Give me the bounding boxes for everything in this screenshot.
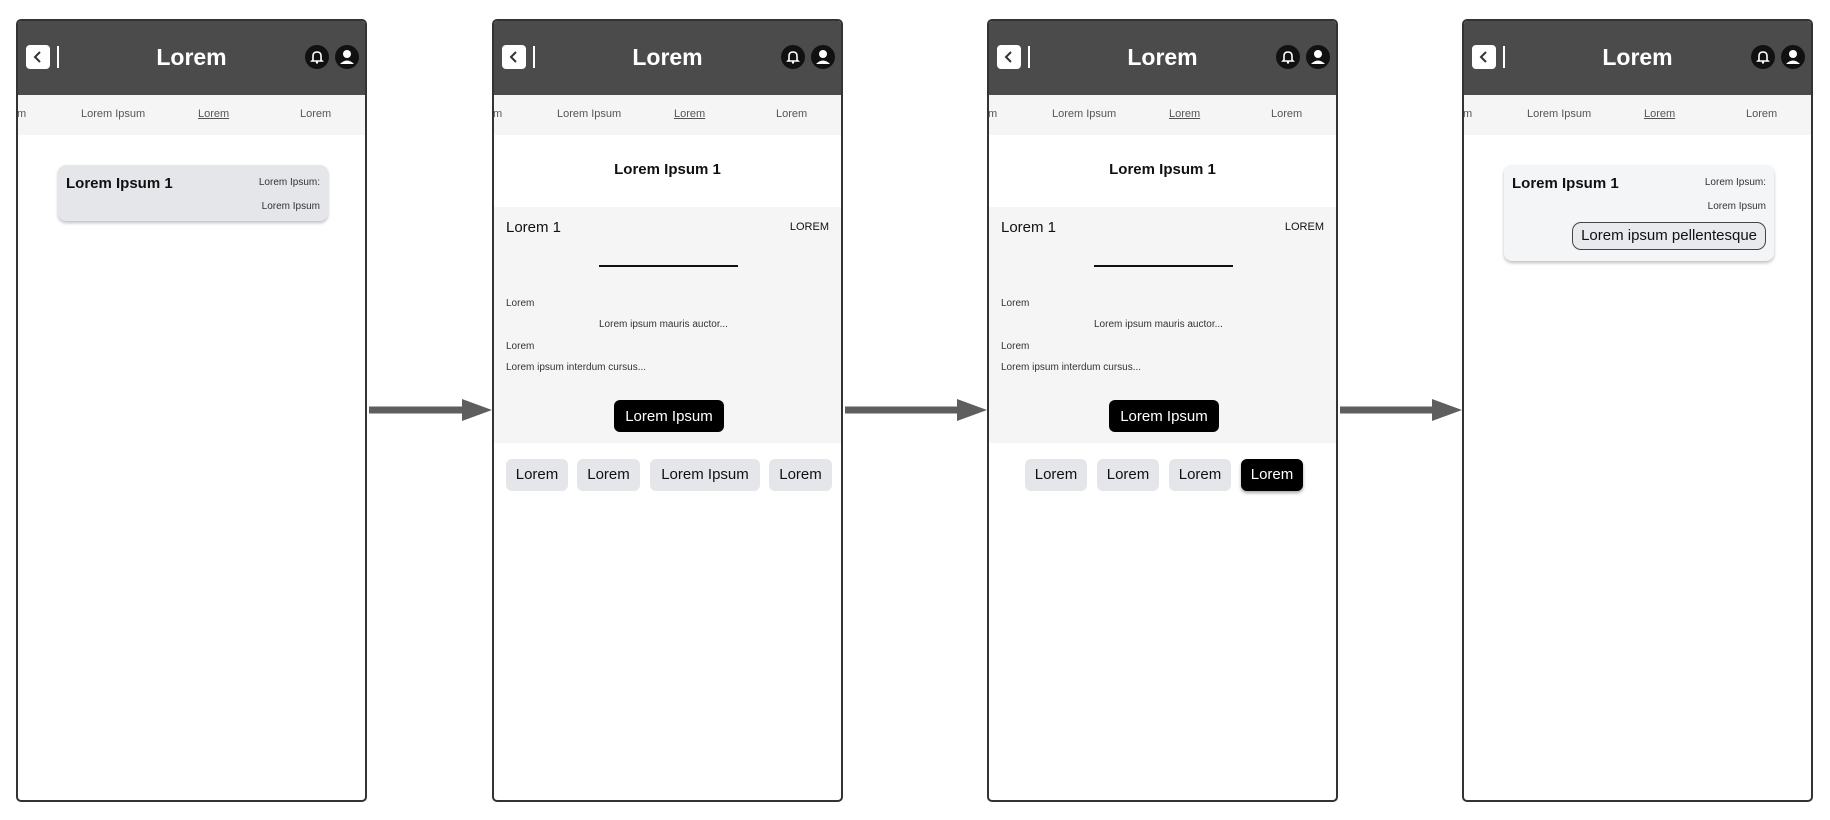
- card-value: Lorem Ipsum: [261, 201, 320, 212]
- chip-option[interactable]: Lorem: [1097, 459, 1159, 491]
- chip-option-selected[interactable]: Lorem: [1241, 459, 1303, 491]
- chip-option[interactable]: Lorem: [1025, 459, 1087, 491]
- chip-group: Lorem Lorem Lorem Lorem: [989, 459, 1336, 491]
- tag-pill[interactable]: Lorem ipsum pellentesque: [1572, 222, 1766, 250]
- detail-tag: LOREM: [789, 221, 829, 233]
- card-label: Lorem Ipsum:: [1704, 177, 1766, 188]
- app-bar: Lorem: [18, 21, 365, 95]
- chip-option[interactable]: Lorem: [577, 459, 640, 491]
- screen-1-list: Lorem m Lorem Ipsum Lorem Lorem Lorem Ip…: [16, 19, 367, 802]
- row2-value: Lorem ipsum interdum cursus...: [506, 362, 647, 373]
- bell-icon[interactable]: [305, 45, 329, 69]
- tab-lorem-ipsum[interactable]: Lorem Ipsum: [1527, 108, 1591, 120]
- tab-lorem[interactable]: Lorem: [300, 108, 331, 120]
- app-bar: Lorem: [1464, 21, 1811, 95]
- tab-partial[interactable]: m: [18, 108, 26, 120]
- primary-button[interactable]: Lorem Ipsum: [1109, 400, 1219, 432]
- tab-lorem[interactable]: Lorem: [776, 108, 807, 120]
- bell-icon[interactable]: [781, 45, 805, 69]
- row2-label: Lorem: [1001, 341, 1030, 352]
- tab-bar: m Lorem Ipsum Lorem Lorem: [1464, 95, 1811, 135]
- detail-name: Lorem 1: [506, 219, 562, 236]
- user-icon[interactable]: [1781, 45, 1805, 69]
- tab-lorem[interactable]: Lorem: [1271, 108, 1302, 120]
- chip-option[interactable]: Lorem Ipsum: [650, 459, 760, 491]
- summary-card[interactable]: Lorem Ipsum 1 Lorem Ipsum: Lorem Ipsum: [58, 165, 328, 221]
- bell-icon[interactable]: [1276, 45, 1300, 69]
- summary-card[interactable]: Lorem Ipsum 1 Lorem Ipsum: Lorem Ipsum L…: [1504, 165, 1774, 261]
- divider-line: [599, 265, 738, 267]
- app-bar: Lorem: [494, 21, 841, 95]
- screen-2-detail: Lorem m Lorem Ipsum Lorem Lorem Lorem Ip…: [492, 19, 843, 802]
- bell-icon[interactable]: [1751, 45, 1775, 69]
- tab-lorem-active[interactable]: Lorem: [1644, 108, 1675, 120]
- chip-option[interactable]: Lorem: [769, 459, 832, 491]
- chip-option[interactable]: Lorem: [1169, 459, 1231, 491]
- row1-label: Lorem: [1001, 298, 1030, 309]
- card-value: Lorem Ipsum: [1707, 201, 1766, 212]
- row2-label: Lorem: [506, 341, 535, 352]
- detail-panel: Lorem 1 LOREM Lorem Lorem ipsum mauris a…: [494, 207, 841, 443]
- user-icon[interactable]: [1306, 45, 1330, 69]
- user-icon[interactable]: [335, 45, 359, 69]
- card-title: Lorem Ipsum 1: [66, 175, 173, 192]
- row1-label: Lorem: [506, 298, 535, 309]
- screen-3-detail-selected: Lorem m Lorem Ipsum Lorem Lorem Lorem Ip…: [987, 19, 1338, 802]
- tab-partial[interactable]: m: [494, 108, 502, 120]
- tab-lorem[interactable]: Lorem: [1746, 108, 1777, 120]
- tab-lorem-active[interactable]: Lorem: [1169, 108, 1200, 120]
- card-title: Lorem Ipsum 1: [1512, 175, 1619, 192]
- card-label: Lorem Ipsum:: [258, 177, 320, 188]
- tab-partial[interactable]: m: [989, 108, 997, 120]
- detail-panel: Lorem 1 LOREM Lorem Lorem ipsum mauris a…: [989, 207, 1336, 443]
- tab-lorem-active[interactable]: Lorem: [674, 108, 705, 120]
- primary-button[interactable]: Lorem Ipsum: [614, 400, 724, 432]
- divider-line: [1094, 265, 1233, 267]
- flow-arrow-3: [1340, 399, 1462, 421]
- detail-tag: LOREM: [1284, 221, 1324, 233]
- tab-bar: m Lorem Ipsum Lorem Lorem: [989, 95, 1336, 135]
- chip-group: Lorem Lorem Lorem Ipsum Lorem: [494, 459, 841, 491]
- chip-option[interactable]: Lorem: [506, 459, 568, 491]
- flow-arrow-1: [369, 399, 492, 421]
- tab-bar: m Lorem Ipsum Lorem Lorem: [18, 95, 365, 135]
- flow-arrow-2: [845, 399, 987, 421]
- tab-lorem-ipsum[interactable]: Lorem Ipsum: [1052, 108, 1116, 120]
- row1-value: Lorem ipsum mauris auctor...: [599, 319, 728, 330]
- detail-name: Lorem 1: [1001, 219, 1057, 236]
- detail-title: Lorem Ipsum 1: [1109, 161, 1216, 178]
- tab-bar: m Lorem Ipsum Lorem Lorem: [494, 95, 841, 135]
- app-bar: Lorem: [989, 21, 1336, 95]
- detail-title: Lorem Ipsum 1: [614, 161, 721, 178]
- row1-value: Lorem ipsum mauris auctor...: [1094, 319, 1223, 330]
- tab-lorem-ipsum[interactable]: Lorem Ipsum: [81, 108, 145, 120]
- user-icon[interactable]: [811, 45, 835, 69]
- tab-lorem-ipsum[interactable]: Lorem Ipsum: [557, 108, 621, 120]
- row2-value: Lorem ipsum interdum cursus...: [1001, 362, 1142, 373]
- tab-lorem-active[interactable]: Lorem: [198, 108, 229, 120]
- screen-4-list-tagged: Lorem m Lorem Ipsum Lorem Lorem Lorem Ip…: [1462, 19, 1813, 802]
- tab-partial[interactable]: m: [1464, 108, 1472, 120]
